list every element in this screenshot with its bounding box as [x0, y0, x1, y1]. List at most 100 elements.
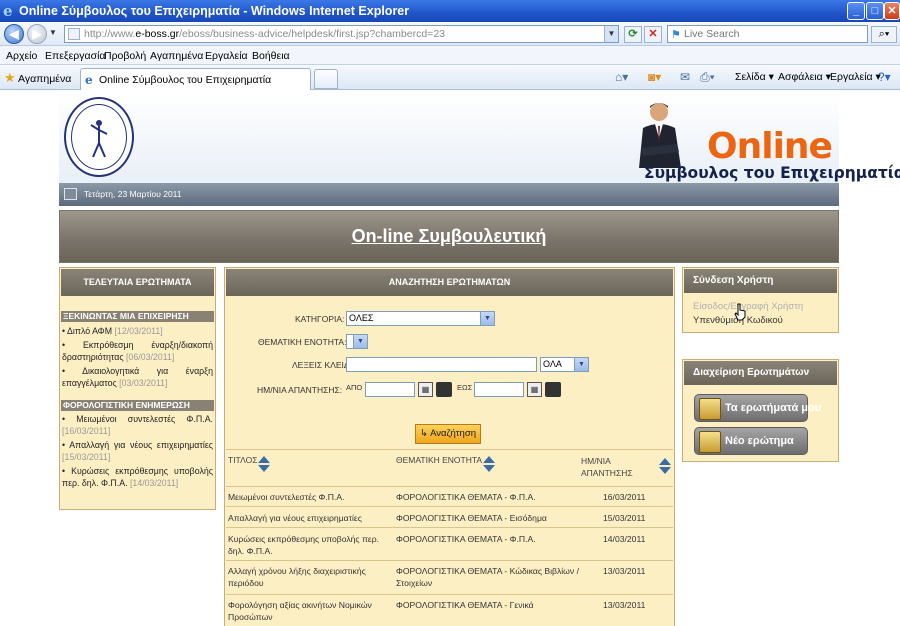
- question-link[interactable]: • Εκπρόθεσμη έναρξη/διακοπή δραστηριότητ…: [62, 340, 213, 363]
- sort-icon[interactable]: [659, 458, 671, 474]
- date-from-input[interactable]: [365, 382, 415, 397]
- minimize-button[interactable]: _: [847, 2, 865, 20]
- question-link[interactable]: • Απαλλαγή για νέους επιχειρηματίες [15/…: [62, 440, 213, 463]
- star-icon: ★: [4, 70, 16, 85]
- page-banner: On-line Συμβουλευτική: [59, 210, 839, 263]
- safety-menu[interactable]: Ασφάλεια ▾: [778, 71, 831, 83]
- businessman-image: [639, 103, 681, 168]
- feeds-icon[interactable]: ◙▾: [648, 70, 661, 84]
- user-login-panel: Σύνδεση Χρήστη Είσοδος/Εγγραφή Χρήστη Υπ…: [682, 267, 839, 333]
- tools-menu[interactable]: Εργαλεία ▾: [830, 71, 881, 83]
- question-link[interactable]: • Δικαιολογητικά για έναρξη επαγγέλματος…: [62, 366, 213, 389]
- keywords-input[interactable]: [346, 357, 537, 372]
- col-date: ΗΜ/ΝΙΑ ΑΠΑΝΤΗΣΗΣ: [581, 456, 633, 478]
- maximize-button[interactable]: □: [866, 2, 884, 20]
- home-icon[interactable]: [64, 188, 77, 200]
- page-menu[interactable]: Σελίδα ▾: [735, 71, 774, 83]
- url-field[interactable]: http://www.e-boss.gr/eboss/business-advi…: [64, 25, 619, 43]
- page-title[interactable]: On-line Συμβουλευτική: [60, 226, 838, 247]
- to-label: ΕΩΣ: [457, 383, 473, 392]
- col-theme: ΘΕΜΑΤΙΚΗ ΕΝΟΤΗΤΑ: [396, 455, 483, 465]
- hermes-figure-icon: [90, 120, 108, 158]
- url-text: http://www.e-boss.gr/eboss/business-advi…: [84, 28, 445, 40]
- tab-label: Online Σύμβουλος του Επιχειρηματία: [99, 74, 272, 86]
- favorites-button[interactable]: ★ Αγαπημένα: [4, 70, 71, 86]
- advisor-logo-text: Σύμβουλος του Επιχειρηματία: [644, 164, 900, 182]
- mail-icon[interactable]: ✉: [680, 70, 690, 84]
- table-row[interactable]: Αλλαγή χρόνου λήξης διαχειριστικής περιό…: [226, 560, 673, 594]
- history-dropdown-icon[interactable]: ▼: [49, 28, 57, 37]
- ie-tab-icon: e: [85, 73, 93, 87]
- menu-view[interactable]: Προβολή: [104, 50, 146, 62]
- back-icon[interactable]: ◀: [4, 24, 24, 44]
- question-link[interactable]: • Μειωμένοι συντελεστές Φ.Π.Α. [16/03/20…: [62, 414, 213, 437]
- sort-icon[interactable]: [258, 456, 270, 472]
- chevron-down-icon: ▼: [574, 358, 588, 371]
- search-icon[interactable]: ⌕▾: [871, 26, 897, 43]
- search-button[interactable]: ↳ Αναζήτηση: [415, 424, 481, 444]
- url-dropdown-icon[interactable]: ▼: [604, 26, 618, 42]
- manage-questions-panel: Διαχείριση Ερωτημάτων Τα ερωτήματά μου Ν…: [682, 359, 839, 462]
- page-viewport: Online Σύμβουλος του Επιχειρηματία Τετάρ…: [0, 91, 900, 626]
- latest-questions-panel: ΤΕΛΕΥΤΑΙΑ ΕΡΩΤΗΜΑΤΑ ΞΕΚΙΝΩΝΤΑΣ ΜΙΑ ΕΠΙΧΕ…: [59, 267, 216, 510]
- question-link[interactable]: • Διπλό ΑΦΜ [12/03/2011]: [62, 326, 213, 338]
- live-search-icon: ⚑: [671, 29, 681, 41]
- theme-label: ΘΕΜΑΤΙΚΗ ΕΝΟΤΗΤΑ:: [258, 337, 347, 347]
- clear-icon[interactable]: [436, 382, 452, 397]
- favorites-bar: ★ Αγαπημένα e Online Σύμβουλος του Επιχε…: [0, 65, 900, 90]
- question-link[interactable]: • Κυρώσεις εκπρόθεσμης υποβολής περ. δηλ…: [62, 466, 213, 489]
- window-title: Online Σύμβουλος του Επιχειρηματία - Win…: [19, 4, 410, 18]
- forward-icon[interactable]: ▶: [27, 24, 47, 44]
- search-panel-title: ΑΝΑΖΗΤΗΣΗ ΕΡΩΤΗΜΑΤΩΝ: [226, 269, 673, 296]
- menu-bar: Αρχείο Επεξεργασία Προβολή Αγαπημένα Εργ…: [0, 46, 900, 65]
- print-icon[interactable]: ⎙▾: [700, 70, 715, 85]
- menu-edit[interactable]: Επεξεργασία: [45, 50, 106, 62]
- login-title: Σύνδεση Χρήστη: [684, 269, 837, 293]
- home-icon[interactable]: ⌂▾: [615, 70, 628, 84]
- date-to-input[interactable]: [474, 382, 524, 397]
- calendar-icon[interactable]: ▦: [527, 382, 542, 397]
- chamber-seal-logo[interactable]: [64, 97, 134, 177]
- menu-file[interactable]: Αρχείο: [6, 50, 37, 62]
- site-header: Online Σύμβουλος του Επιχειρηματία Τετάρ…: [59, 93, 900, 206]
- search-field[interactable]: ⚑: [667, 25, 868, 43]
- new-question-button[interactable]: Νέο ερώτημα: [694, 427, 808, 455]
- table-row[interactable]: Απαλλαγή για νέους επιχειρηματίες ΦΟΡΟΛΟ…: [226, 506, 673, 527]
- search-input[interactable]: [684, 27, 866, 41]
- current-date: Τετάρτη, 23 Μαρτίου 2011: [84, 189, 182, 199]
- menu-help[interactable]: Βοήθεια: [252, 50, 290, 62]
- category-label: ΚΑΤΗΓΟΡΙΑ:: [295, 314, 345, 324]
- signin-link[interactable]: Είσοδος/Εγγραφή Χρήστη: [693, 301, 803, 312]
- pencil-icon: [699, 431, 721, 453]
- latest-questions-title: ΤΕΛΕΥΤΑΙΑ ΕΡΩΤΗΜΑΤΑ: [61, 269, 214, 296]
- category-select[interactable]: ΟΛΕΣ ▼: [346, 311, 495, 326]
- browser-tab[interactable]: e Online Σύμβουλος του Επιχειρηματία: [80, 68, 311, 90]
- keywords-mode-select[interactable]: ΟΛΑ ▼: [540, 357, 589, 372]
- table-row[interactable]: Κυρώσεις εκπρόθεσμης υποβολής περ. δηλ. …: [226, 527, 673, 560]
- section-starting-business: ΞΕΚΙΝΩΝΤΑΣ ΜΙΑ ΕΠΙΧΕΙΡΗΣΗ: [61, 311, 214, 322]
- stop-icon[interactable]: ✕: [644, 26, 662, 43]
- page-icon: [68, 28, 80, 40]
- table-row[interactable]: Μειωμένοι συντελεστές Φ.Π.Α. ΦΟΡΟΛΟΓΙΣΤΙ…: [226, 486, 673, 506]
- date-bar: Τετάρτη, 23 Μαρτίου 2011: [59, 183, 839, 206]
- help-icon[interactable]: ?▾: [878, 70, 891, 84]
- calendar-icon[interactable]: ▦: [418, 382, 433, 397]
- from-label: ΑΠΟ: [346, 383, 363, 392]
- clear-icon[interactable]: [545, 382, 561, 397]
- online-logo-text: Online: [707, 126, 833, 167]
- my-questions-button[interactable]: Τα ερωτήματά μου: [694, 394, 821, 422]
- new-tab-button[interactable]: [314, 69, 338, 89]
- answer-date-label: ΗΜ/ΝΙΑ ΑΠΑΝΤΗΣΗΣ:: [257, 385, 343, 395]
- menu-tools[interactable]: Εργαλεία: [205, 50, 248, 62]
- theme-select[interactable]: ▼: [346, 334, 368, 349]
- note-icon: [699, 398, 721, 420]
- chevron-down-icon: ▼: [480, 312, 494, 325]
- col-title: ΤΙΤΛΟΣ: [228, 455, 258, 465]
- ie-logo-icon: e: [3, 2, 13, 20]
- sort-icon[interactable]: [483, 456, 495, 472]
- refresh-icon[interactable]: ⟳: [624, 26, 642, 43]
- table-row[interactable]: Φορολόγηση αξίας ακινήτων Νομικών Προσώπ…: [226, 594, 673, 626]
- manage-title: Διαχείριση Ερωτημάτων: [684, 361, 837, 385]
- close-button[interactable]: ✕: [884, 2, 900, 20]
- menu-favorites[interactable]: Αγαπημένα: [150, 50, 203, 62]
